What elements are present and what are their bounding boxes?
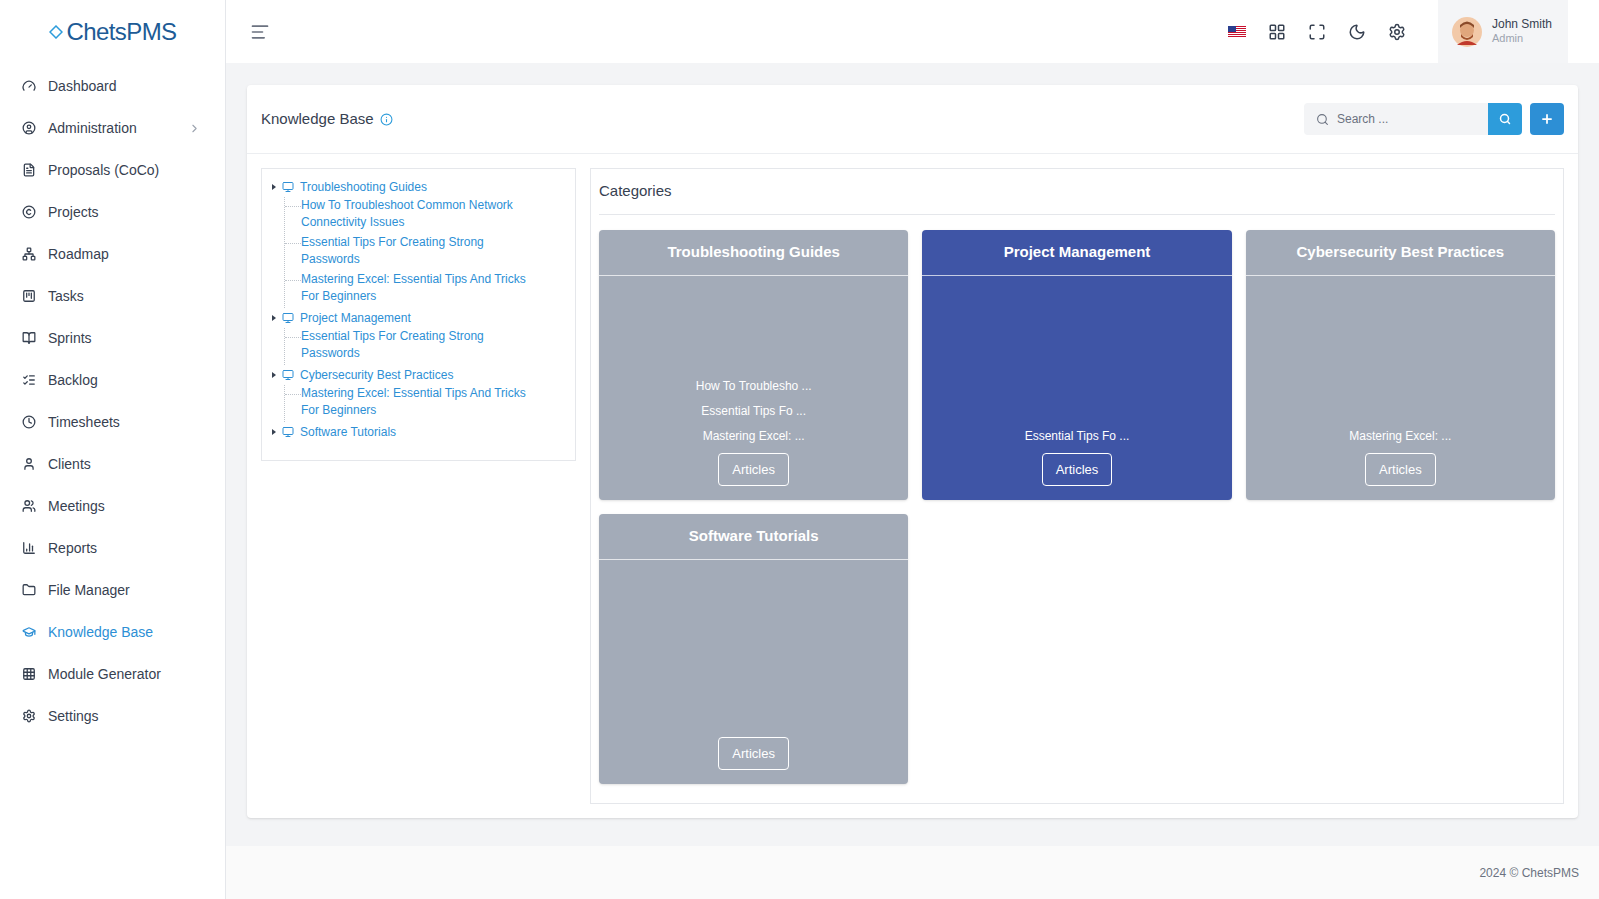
menu-icon [22,415,36,429]
logo[interactable]: ChetsPMS [0,0,225,63]
us-flag-icon[interactable] [1228,26,1246,38]
caret-icon[interactable] [272,372,276,378]
dark-mode-icon[interactable] [1348,23,1366,41]
menu-icon [22,331,36,345]
articles-button[interactable]: Articles [718,453,789,487]
settings-icon[interactable] [1388,23,1406,41]
tree-category[interactable]: Troubleshooting Guides [272,177,565,197]
user-menu[interactable]: John SmithAdmin [1438,0,1568,63]
tree-node: Cybersecurity Best PracticesMastering Ex… [272,365,565,422]
category-tree: Troubleshooting GuidesHow To Troubleshoo… [261,168,576,461]
search-icon [1316,113,1329,126]
sidebar-item[interactable]: Backlog [0,359,225,401]
sidebar: ChetsPMSDashboardAdministrationProposals… [0,0,226,899]
menu-icon [22,499,36,513]
sidebar-item[interactable]: Projects [0,191,225,233]
folder-icon [282,369,294,381]
avatar-icon[interactable] [1452,17,1482,47]
sidebar-item[interactable]: Sprints [0,317,225,359]
articles-button[interactable]: Articles [718,737,789,771]
tree-article[interactable]: Essential Tips For Creating Strong Passw… [285,234,565,271]
category-card[interactable]: Troubleshooting GuidesHow To Troublesho … [599,230,908,500]
menu-icon [22,205,36,219]
caret-icon[interactable] [272,429,276,435]
fullscreen-icon[interactable] [1308,23,1326,41]
articles-button[interactable]: Articles [1042,453,1113,487]
menu-icon [22,667,36,681]
tree-category[interactable]: Cybersecurity Best Practices [272,365,565,385]
menu-icon [22,289,36,303]
menu-icon [22,373,36,387]
menu-toggle-icon[interactable] [250,22,270,42]
card-header: Knowledge BaseSearch ... [247,85,1578,154]
caret-icon[interactable] [272,315,276,321]
tree-node: Troubleshooting GuidesHow To Troubleshoo… [272,177,565,308]
footer: 2024 © ChetsPMS [226,846,1599,899]
sidebar-item[interactable]: Knowledge Base [0,611,225,653]
app: ChetsPMSDashboardAdministrationProposals… [0,0,1599,899]
article-link[interactable]: How To Troublesho ... [696,378,812,395]
apps-icon[interactable] [1268,23,1286,41]
category-card[interactable]: Project ManagementEssential Tips Fo ...A… [922,230,1231,500]
menu-icon [22,163,36,177]
menu-icon [22,541,36,555]
tree-article[interactable]: Mastering Excel: Essential Tips And Tric… [285,271,565,308]
menu-icon [22,247,36,261]
card-body: Troubleshooting GuidesHow To Troubleshoo… [247,154,1578,818]
articles-button[interactable]: Articles [1365,453,1436,487]
topbar: John SmithAdmin [226,0,1599,63]
article-link[interactable]: Mastering Excel: ... [703,428,805,445]
menu-icon [22,457,36,471]
sidebar-item[interactable]: Dashboard [0,65,225,107]
sidebar-item[interactable]: Clients [0,443,225,485]
knowledge-base-card: Knowledge BaseSearch ... Troubleshooting … [247,85,1578,818]
menu-icon [22,709,36,723]
folder-icon [282,426,294,438]
article-link[interactable]: Mastering Excel: ... [1349,428,1451,445]
chevron-icon [188,122,201,135]
sidebar-item[interactable]: Timesheets [0,401,225,443]
sidebar-item[interactable]: Roadmap [0,233,225,275]
article-link[interactable]: Essential Tips Fo ... [1025,428,1130,445]
plus-icon [1540,112,1554,126]
sidebar-item[interactable]: Administration [0,107,225,149]
add-button[interactable] [1530,103,1564,135]
menu-icon [22,583,36,597]
menu-icon [22,79,36,93]
menu-icon [22,121,36,135]
sidebar-item[interactable]: Reports [0,527,225,569]
folder-icon [282,181,294,193]
search-icon [1499,113,1511,125]
category-card[interactable]: Cybersecurity Best PracticesMastering Ex… [1246,230,1555,500]
logo-icon [49,25,63,39]
tree-article[interactable]: Essential Tips For Creating Strong Passw… [285,328,565,365]
tree-category[interactable]: Software Tutorials [272,422,565,442]
category-card[interactable]: Software TutorialsArticles [599,514,908,784]
folder-icon [282,312,294,324]
main: John SmithAdmin Knowledge BaseSearch ... T… [226,0,1599,899]
sidebar-item[interactable]: Proposals (CoCo) [0,149,225,191]
search-field[interactable]: Search ... [1304,103,1488,135]
sidebar-item[interactable]: Settings [0,695,225,737]
tree-node: Software Tutorials [272,422,565,442]
content: Knowledge BaseSearch ... Troubleshooting … [226,63,1599,846]
caret-icon[interactable] [272,184,276,190]
tree-article[interactable]: How To Troubleshoot Common Network Conne… [285,197,565,234]
tree-node: Project ManagementEssential Tips For Cre… [272,308,565,365]
sidebar-item[interactable]: Meetings [0,485,225,527]
sidebar-item[interactable]: Module Generator [0,653,225,695]
sidebar-item[interactable]: Tasks [0,275,225,317]
search-button[interactable] [1488,103,1522,135]
tree-article[interactable]: Mastering Excel: Essential Tips And Tric… [285,385,565,422]
article-link[interactable]: Essential Tips Fo ... [701,403,806,420]
sidebar-menu: DashboardAdministrationProposals (CoCo)P… [0,63,225,737]
tree-category[interactable]: Project Management [272,308,565,328]
menu-icon [22,625,36,639]
categories-panel: CategoriesTroubleshooting GuidesHow To T… [590,168,1564,804]
info-icon[interactable] [380,113,393,126]
sidebar-item[interactable]: File Manager [0,569,225,611]
